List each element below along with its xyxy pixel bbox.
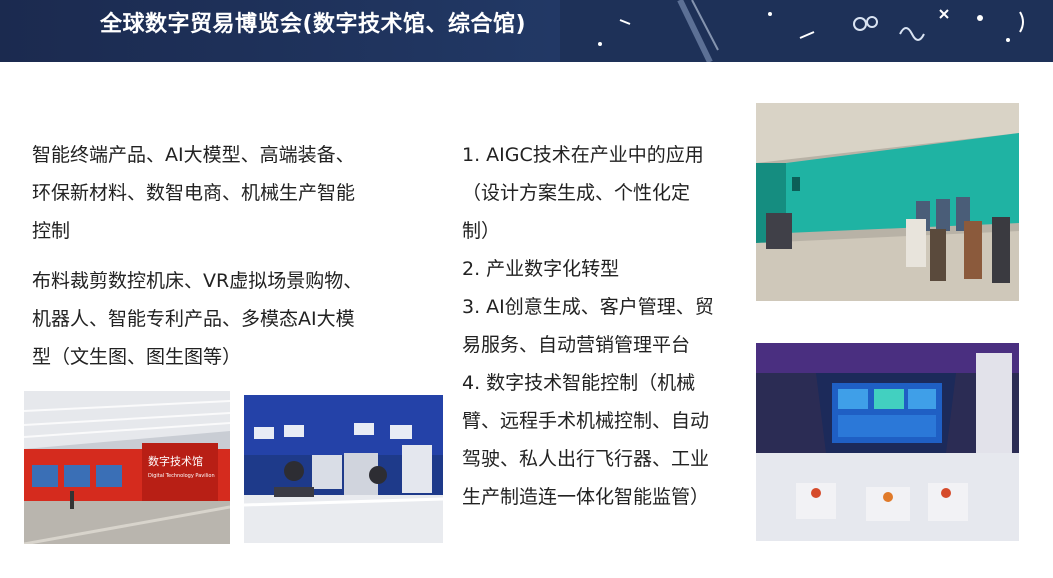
middle-line-3: 制） (462, 220, 501, 242)
photo-screen-display (756, 343, 1019, 541)
banner-decoration (560, 0, 1053, 62)
middle-line-9: 驾驶、私人出行飞行器、工业 (462, 448, 710, 470)
middle-line-6: 易服务、自动营销管理平台 (462, 334, 691, 356)
middle-line-10: 生产制造连一体化智能监管） (462, 486, 710, 508)
middle-line-5: 3. AI创意生成、客户管理、贸 (462, 296, 714, 318)
left-line-6: 型（文生图、图生图等） (32, 346, 242, 368)
middle-line-7: 4. 数字技术智能控制（机械 (462, 372, 696, 394)
photo-pavilion-entrance: 数字技术馆 Digital Technology Pavilion (24, 391, 230, 544)
left-line-1: 智能终端产品、AI大模型、高端装备、 (32, 144, 355, 166)
header-banner: 全球数字贸易博览会(数字技术馆、综合馆) (0, 0, 1053, 62)
pavilion-sign-text: 数字技术馆 (148, 454, 203, 468)
pavilion-sign-subtext: Digital Technology Pavilion (148, 473, 215, 479)
banner-title: 全球数字贸易博览会(数字技术馆、综合馆) (100, 12, 527, 37)
middle-line-2: （设计方案生成、个性化定 (462, 182, 691, 204)
photo-product-booth (244, 395, 443, 543)
middle-line-8: 臂、远程手术机械控制、自动 (462, 410, 710, 432)
left-paragraph-1: 智能终端产品、AI大模型、高端装备、 环保新材料、数智电商、机械生产智能 控制 (32, 136, 447, 250)
middle-line-4: 2. 产业数字化转型 (462, 258, 620, 280)
left-paragraph-2: 布料裁剪数控机床、VR虚拟场景购物、 机器人、智能专利产品、多模态AI大模 型（… (32, 262, 447, 376)
left-line-2: 环保新材料、数智电商、机械生产智能 (32, 182, 356, 204)
left-line-3: 控制 (32, 220, 71, 242)
left-line-5: 机器人、智能专利产品、多模态AI大模 (32, 308, 355, 330)
left-line-4: 布料裁剪数控机床、VR虚拟场景购物、 (32, 270, 363, 292)
middle-line-1: 1. AIGC技术在产业中的应用 (462, 144, 704, 166)
photo-exhibition-hall (756, 103, 1019, 301)
middle-list: 1. AIGC技术在产业中的应用 （设计方案生成、个性化定 制） 2. 产业数字… (462, 136, 752, 516)
